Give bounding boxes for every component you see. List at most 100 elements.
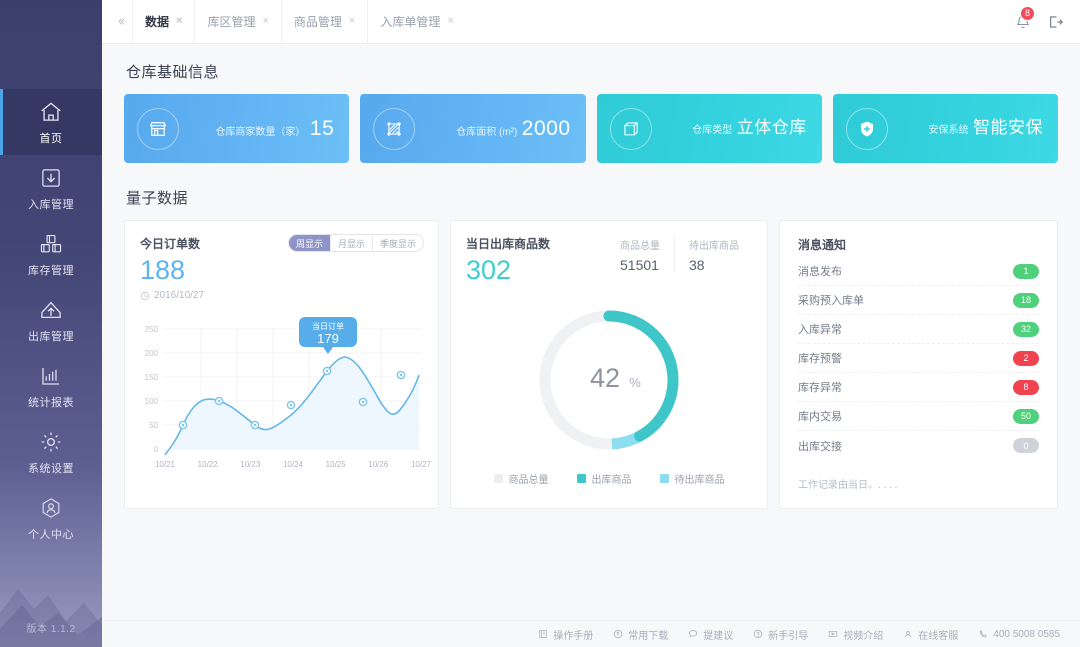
sidebar-item-outbound[interactable]: 出库管理 [0,287,102,353]
status-badge: 0 [1013,438,1039,453]
sidebar-item-reports[interactable]: 统计报表 [0,353,102,419]
shield-icon [845,107,888,150]
notification-label: 出库交接 [798,440,842,453]
footer-label: 常用下载 [628,630,669,642]
main-area: 数据 × 库区管理 × 商品管理 × 入库单管理 × 8 仓库基础信息 仓库商家… [102,0,1080,647]
notification-label: 采购预入库单 [798,295,864,307]
sidebar-item-label: 首页 [39,132,63,145]
footer-guide-link[interactable]: 新手引导 [753,627,808,642]
close-icon[interactable]: × [447,16,453,27]
logout-button[interactable] [1046,13,1064,31]
sidebar-item-inventory[interactable]: 库存管理 [0,221,102,287]
sidebar-item-label: 库存管理 [28,264,74,277]
svg-text:42: 42 [590,363,620,393]
svg-text:%: % [629,375,641,390]
period-quarter-button[interactable]: 季度显示 [371,235,423,251]
card-warehouse-area[interactable]: 仓库面积 (m²) 2000 [360,94,586,163]
boxes-icon [38,231,64,257]
footer-bar: 操作手册 常用下载 提建议 新手引导 视频介绍 在线客服 400 5008 05… [102,620,1080,647]
stat-value: 38 [689,257,705,273]
tab-zone-management[interactable]: 库区管理 × [194,0,280,44]
notification-row[interactable]: 库存异常 8 [798,373,1039,402]
sidebar-item-label: 统计报表 [28,396,74,409]
sidebar-item-label: 入库管理 [28,198,74,211]
y-axis: 250 200 150 100 50 0 [145,325,159,454]
svg-text:50: 50 [149,421,158,430]
x-tick-label: 10/24 [283,460,304,469]
svg-text:150: 150 [145,373,159,382]
orders-panel: 今日订单数 188 2016/10/27 周显示 月显示 季度显示 250 20… [124,220,439,509]
quantum-title: 量子数据 [126,190,189,207]
footer-download-link[interactable]: 常用下载 [613,627,668,642]
tab-data[interactable]: 数据 × [132,0,194,44]
status-badge: 1 [1013,263,1039,279]
notification-row[interactable]: 出库交接 0 [798,431,1039,460]
card-warehouse-type[interactable]: 仓库类型 立体仓库 [596,94,822,163]
sidebar-item-label: 出库管理 [28,330,74,343]
legend-label: 待出库商品 [674,475,725,486]
sidebar-item-profile[interactable]: 个人中心 [0,485,102,551]
x-tick-label: 10/23 [240,460,261,469]
sidebar-item-inbound[interactable]: 入库管理 [0,155,102,221]
legend-swatch [659,474,669,483]
tab-bar-actions: 8 [1014,5,1080,31]
close-icon[interactable]: × [262,16,268,27]
svg-text:200: 200 [145,349,159,358]
clock-icon [140,291,150,301]
notification-row[interactable]: 库内交易 50 [798,402,1039,431]
legend-label: 商品总量 [508,475,549,486]
notification-label: 消息发布 [798,266,842,278]
notification-label: 入库异常 [798,324,842,336]
card-security-system[interactable]: 安保系统 智能安保 [832,94,1058,163]
footer-support-link[interactable]: 在线客服 [903,627,958,642]
legend-item-total[interactable]: 商品总量 [493,471,549,486]
legend-label: 出库商品 [591,475,632,486]
card-merchant-count[interactable]: 仓库商家数量（家） 15 [124,94,350,163]
basic-info-title: 仓库基础信息 [126,64,220,81]
footer-video-link[interactable]: 视频介绍 [828,627,883,642]
sidebar-item-home[interactable]: 首页 [0,89,102,155]
card-label: 安保系统 [928,125,969,137]
card-value: 立体仓库 [736,118,807,138]
info-cards: 仓库商家数量（家） 15 仓库面积 (m²) 2000 仓库类型 立体仓库 安保… [102,94,1080,163]
outbound-donut-chart[interactable]: 42 % [451,284,767,470]
download-icon [614,629,623,639]
sidebar-item-settings[interactable]: 系统设置 [0,419,102,485]
notification-row[interactable]: 入库异常 32 [798,315,1039,344]
footer-label: 视频介绍 [843,630,884,642]
x-tick-label: 10/25 [326,460,347,469]
collapse-left-icon[interactable] [108,0,132,44]
bar-chart-icon [38,363,64,389]
tab-inbound-order-management[interactable]: 入库单管理 × [367,0,465,44]
legend-item-pending[interactable]: 待出库商品 [659,471,725,486]
notification-row[interactable]: 消息发布 1 [798,257,1039,286]
notification-bell-button[interactable]: 8 [1014,5,1035,31]
legend-item-outbound[interactable]: 出库商品 [576,471,632,486]
home-icon [38,99,64,125]
notification-row[interactable]: 库存预警 2 [798,344,1039,373]
gear-icon [38,429,64,455]
close-icon[interactable]: × [176,16,182,27]
card-text: 安保系统 智能安保 [928,118,1043,138]
period-week-button[interactable]: 周显示 [288,235,330,251]
outbound-panel: 当日出库商品数 302 商品总量 51501 待出库商品 38 42 % 商品总… [450,220,768,509]
tab-product-management[interactable]: 商品管理 × [280,0,367,44]
footer-phone[interactable]: 400 5008 0585 [978,629,1060,640]
orders-panel-head: 今日订单数 188 2016/10/27 周显示 月显示 季度显示 [125,221,438,301]
card-label: 仓库商家数量（家） [215,126,306,138]
status-badge: 8 [1013,379,1039,395]
sidebar-item-label: 个人中心 [28,528,74,541]
notifications-list: 消息发布 1 采购预入库单 18 入库异常 32 库存预警 2 库存异常 8 库… [780,257,1057,460]
close-icon[interactable]: × [349,16,355,27]
notification-row[interactable]: 采购预入库单 18 [798,286,1039,315]
footer-manual-link[interactable]: 操作手册 [538,627,593,642]
orders-line-chart[interactable]: 250 200 150 100 50 0 当日订单 179 10/21 10/2… [125,301,438,479]
notification-label: 库存预警 [798,353,842,365]
tab-label: 数据 [145,15,170,29]
card-label: 仓库面积 (m²) [456,126,518,138]
donut-svg: 42 % [539,310,679,450]
footer-suggestion-link[interactable]: 提建议 [688,627,733,642]
period-month-button[interactable]: 月显示 [329,235,372,251]
comment-icon [689,629,698,638]
svg-text:179: 179 [317,331,339,346]
